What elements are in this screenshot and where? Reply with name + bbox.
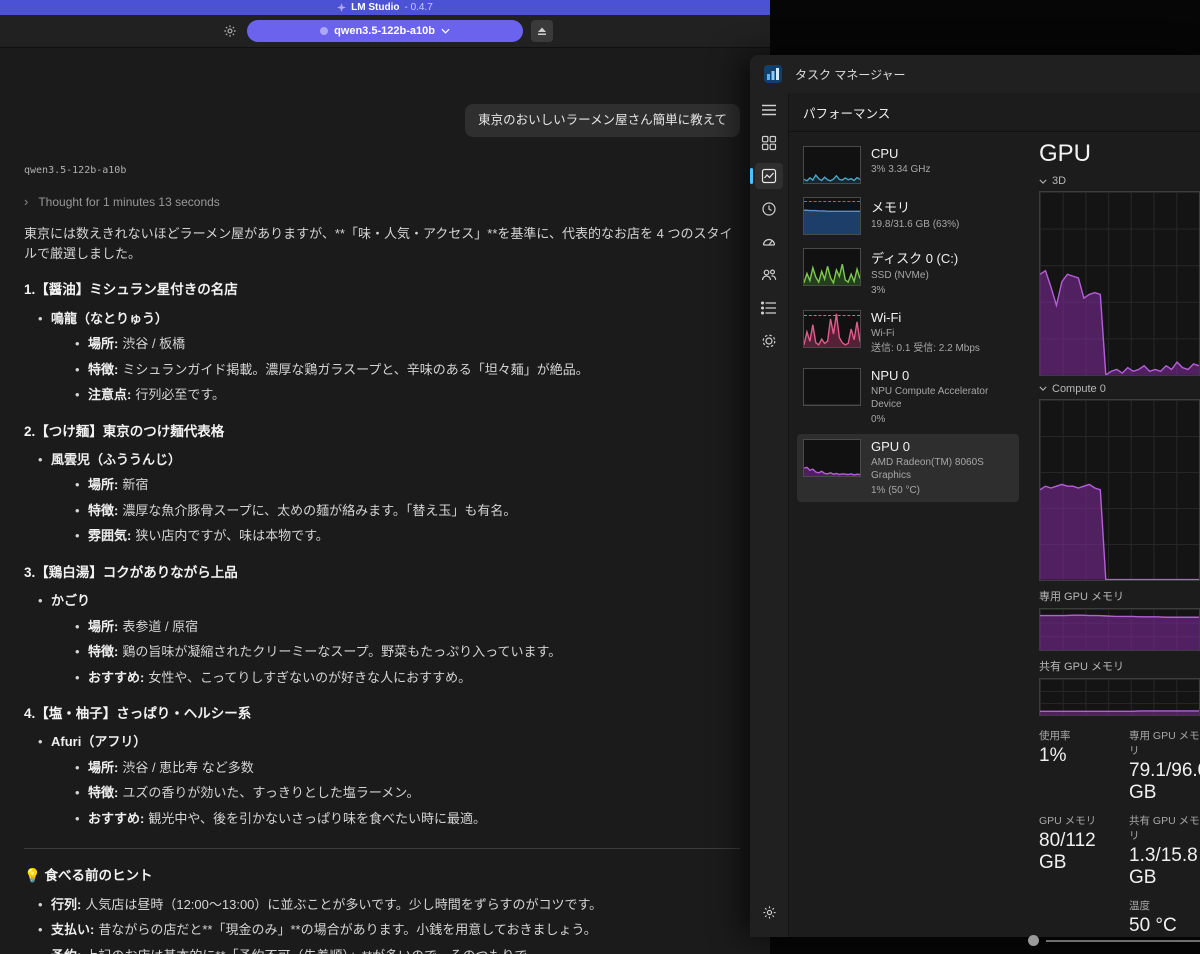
- chart-compute-toggle[interactable]: Compute 0: [1039, 383, 1200, 395]
- chevron-right-icon: ›: [24, 192, 28, 212]
- assistant-model-name: qwen3.5-122b-a10b: [24, 163, 740, 178]
- lm-studio-titlebar: LM Studio - 0.4.7: [0, 0, 770, 15]
- wifi-mini-graph: [803, 310, 861, 348]
- hints-title: 💡 食べる前のヒント: [24, 866, 740, 886]
- detail-item: おすすめ:女性や、こってりしすぎないのが好きな人におすすめ。: [75, 668, 740, 688]
- perf-item-npu[interactable]: NPU 0NPU Compute Accelerator Device0%: [797, 363, 1019, 431]
- gpu-stat-dedicated: 専用 GPU メモリ79.1/96.0 GB: [1129, 728, 1200, 804]
- chevron-down-icon: [1039, 179, 1047, 184]
- detail-item: 場所:渋谷 / 恵比寿 など多数: [75, 758, 740, 778]
- sidebar-item-services[interactable]: [755, 328, 783, 354]
- section-4-title: 4.【塩・柚子】さっぱり・ヘルシー系: [24, 704, 740, 724]
- gpu-stat-usage: 使用率1%: [1039, 728, 1125, 804]
- section-1-title: 1.【醤油】ミシュラン星付きの名店: [24, 280, 740, 300]
- task-manager-title: タスク マネージャー: [795, 66, 906, 83]
- task-manager-logo-icon: [763, 64, 783, 84]
- detail-item: おすすめ:観光中や、後を引かないさっぱり味を食べたい時に最適。: [75, 809, 740, 829]
- perf-item-disk[interactable]: ディスク 0 (C:)SSD (NVMe)3%: [797, 243, 1019, 302]
- chevron-down-icon: [441, 28, 450, 34]
- section-2-title: 2.【つけ麺】東京のつけ麺代表格: [24, 422, 740, 442]
- shop-name: Afuri（アフリ）: [51, 734, 146, 749]
- eject-icon: [537, 26, 547, 36]
- thought-label: Thought for 1 minutes 13 seconds: [38, 193, 219, 211]
- intro-paragraph: 東京には数えきれないほどラーメン屋がありますが、**「味・人気・アクセス」**を…: [24, 224, 740, 263]
- gpu-mini-graph: [803, 439, 861, 477]
- detail-item: 場所:新宿: [75, 475, 740, 495]
- detail-item: 特徴:ユズの香りが効いた、すっきりとした塩ラーメン。: [75, 783, 740, 803]
- npu-mini-graph: [803, 368, 861, 406]
- dedicated-memory-chart: [1039, 608, 1200, 651]
- performance-page-title: パフォーマンス: [789, 93, 1200, 132]
- dedicated-memory-label: 専用 GPU メモリ: [1039, 588, 1200, 604]
- performance-list: CPU3% 3.34 GHz メモリ19.8/31.6 GB (63%) ディス…: [789, 132, 1021, 937]
- detail-item: 場所:表参道 / 原宿: [75, 617, 740, 637]
- perf-item-gpu[interactable]: GPU 0AMD Radeon(TM) 8060S Graphics1% (50…: [797, 434, 1019, 502]
- sidebar-item-users[interactable]: [755, 262, 783, 288]
- divider: [24, 848, 740, 849]
- perf-item-cpu[interactable]: CPU3% 3.34 GHz: [797, 141, 1019, 189]
- gpu-pane-title: GPU: [1039, 140, 1200, 168]
- shared-memory-label: 共有 GPU メモリ: [1039, 658, 1200, 674]
- sidebar-item-performance[interactable]: [755, 163, 783, 189]
- shared-memory-chart: [1039, 678, 1200, 716]
- chevron-down-icon: [1039, 386, 1047, 391]
- lm-studio-toolbar: qwen3.5-122b-a10b: [0, 15, 770, 48]
- detail-item: 特徴:ミシュランガイド掲載。濃厚な鶏ガラスープと、辛味のある「坦々麺」が絶品。: [75, 360, 740, 380]
- gpu-stat-temperature: 温度50 °C: [1129, 898, 1200, 937]
- lm-studio-logo-icon: [337, 3, 346, 12]
- settings-gear-icon[interactable]: [220, 21, 240, 41]
- chart-3d-toggle[interactable]: 3D: [1039, 175, 1200, 187]
- model-selector[interactable]: qwen3.5-122b-a10b: [247, 20, 523, 42]
- chat-area: 東京のおいしいラーメン屋さん簡単に教えて qwen3.5-122b-a10b ›…: [0, 48, 770, 954]
- assistant-message: 東京には数えきれないほどラーメン屋がありますが、**「味・人気・アクセス」**を…: [24, 224, 740, 954]
- eject-model-button[interactable]: [531, 20, 553, 42]
- thought-toggle[interactable]: › Thought for 1 minutes 13 seconds: [24, 192, 740, 212]
- task-manager-titlebar: タスク マネージャー: [750, 55, 1200, 93]
- detail-item: 特徴:濃厚な魚介豚骨スープに、太めの麺が絡みます。「替え玉」も有名。: [75, 501, 740, 521]
- perf-item-wifi[interactable]: Wi-FiWi-Fi送信: 0.1 受信: 2.2 Mbps: [797, 305, 1019, 360]
- app-version: - 0.4.7: [404, 2, 432, 13]
- gpu-detail-pane: GPU 3D Compute 0 専用 GPU メモリ 共有 GPU メモリ: [1021, 132, 1200, 937]
- gpu-stat-gpu-memory: GPU メモリ80/112 GB: [1039, 813, 1125, 889]
- task-manager-window: タスク マネージャー パフォーマンス CPU3% 3.34 GHz: [750, 55, 1200, 937]
- shop-name: 鳴龍（なとりゅう）: [51, 311, 168, 326]
- hint-item: 行列:人気店は昼時（12:00〜13:00）に並ぶことが多いです。少し時間をずら…: [38, 895, 740, 915]
- lm-studio-window: LM Studio - 0.4.7 qwen3.5-122b-a10b 東京のお…: [0, 0, 770, 954]
- sidebar-item-startup-apps[interactable]: [755, 229, 783, 255]
- sidebar-item-app-history[interactable]: [755, 196, 783, 222]
- hamburger-menu-icon[interactable]: [755, 97, 783, 123]
- detail-item: 場所:渋谷 / 板橋: [75, 334, 740, 354]
- task-manager-sidebar: [750, 93, 788, 937]
- detail-item: 雰囲気:狭い店内ですが、味は本物です。: [75, 526, 740, 546]
- gpu-3d-chart: [1039, 191, 1200, 376]
- shop-name: 風雲児（ふううんじ）: [51, 452, 181, 467]
- perf-item-memory[interactable]: メモリ19.8/31.6 GB (63%): [797, 192, 1019, 240]
- gpu-compute-chart: [1039, 399, 1200, 581]
- memory-mini-graph: [803, 197, 861, 235]
- model-selector-label: qwen3.5-122b-a10b: [334, 25, 435, 37]
- hint-item: 予約:上記のお店は基本的に**「予約不可（先着順）」**が多いので、そのつもりで…: [38, 946, 740, 954]
- horizontal-scrollbar-thumb[interactable]: [1028, 935, 1039, 946]
- hint-item: 支払い:昔ながらの店だと**「現金のみ」**の場合があります。小銭を用意しておき…: [38, 920, 740, 940]
- sidebar-item-settings[interactable]: [755, 899, 783, 925]
- shop-name: かごり: [51, 593, 90, 608]
- cpu-mini-graph: [803, 146, 861, 184]
- gpu-stats-grid: 使用率1% 専用 GPU メモリ79.1/96.0 GB GPU メモリ80/1…: [1039, 728, 1200, 937]
- section-3-title: 3.【鶏白湯】コクがありながら上品: [24, 563, 740, 583]
- sidebar-item-details[interactable]: [755, 295, 783, 321]
- gpu-stat-shared: 共有 GPU メモリ1.3/15.8 GB: [1129, 813, 1200, 889]
- disk-mini-graph: [803, 248, 861, 286]
- horizontal-scrollbar-track[interactable]: [1046, 940, 1200, 942]
- user-message-bubble: 東京のおいしいラーメン屋さん簡単に教えて: [465, 104, 740, 137]
- app-title: LM Studio: [351, 2, 399, 13]
- detail-item: 注意点:行列必至です。: [75, 385, 740, 405]
- model-status-icon: [320, 27, 328, 35]
- sidebar-item-processes[interactable]: [755, 130, 783, 156]
- detail-item: 特徴:鶏の旨味が凝縮されたクリーミーなスープ。野菜もたっぷり入っています。: [75, 642, 740, 662]
